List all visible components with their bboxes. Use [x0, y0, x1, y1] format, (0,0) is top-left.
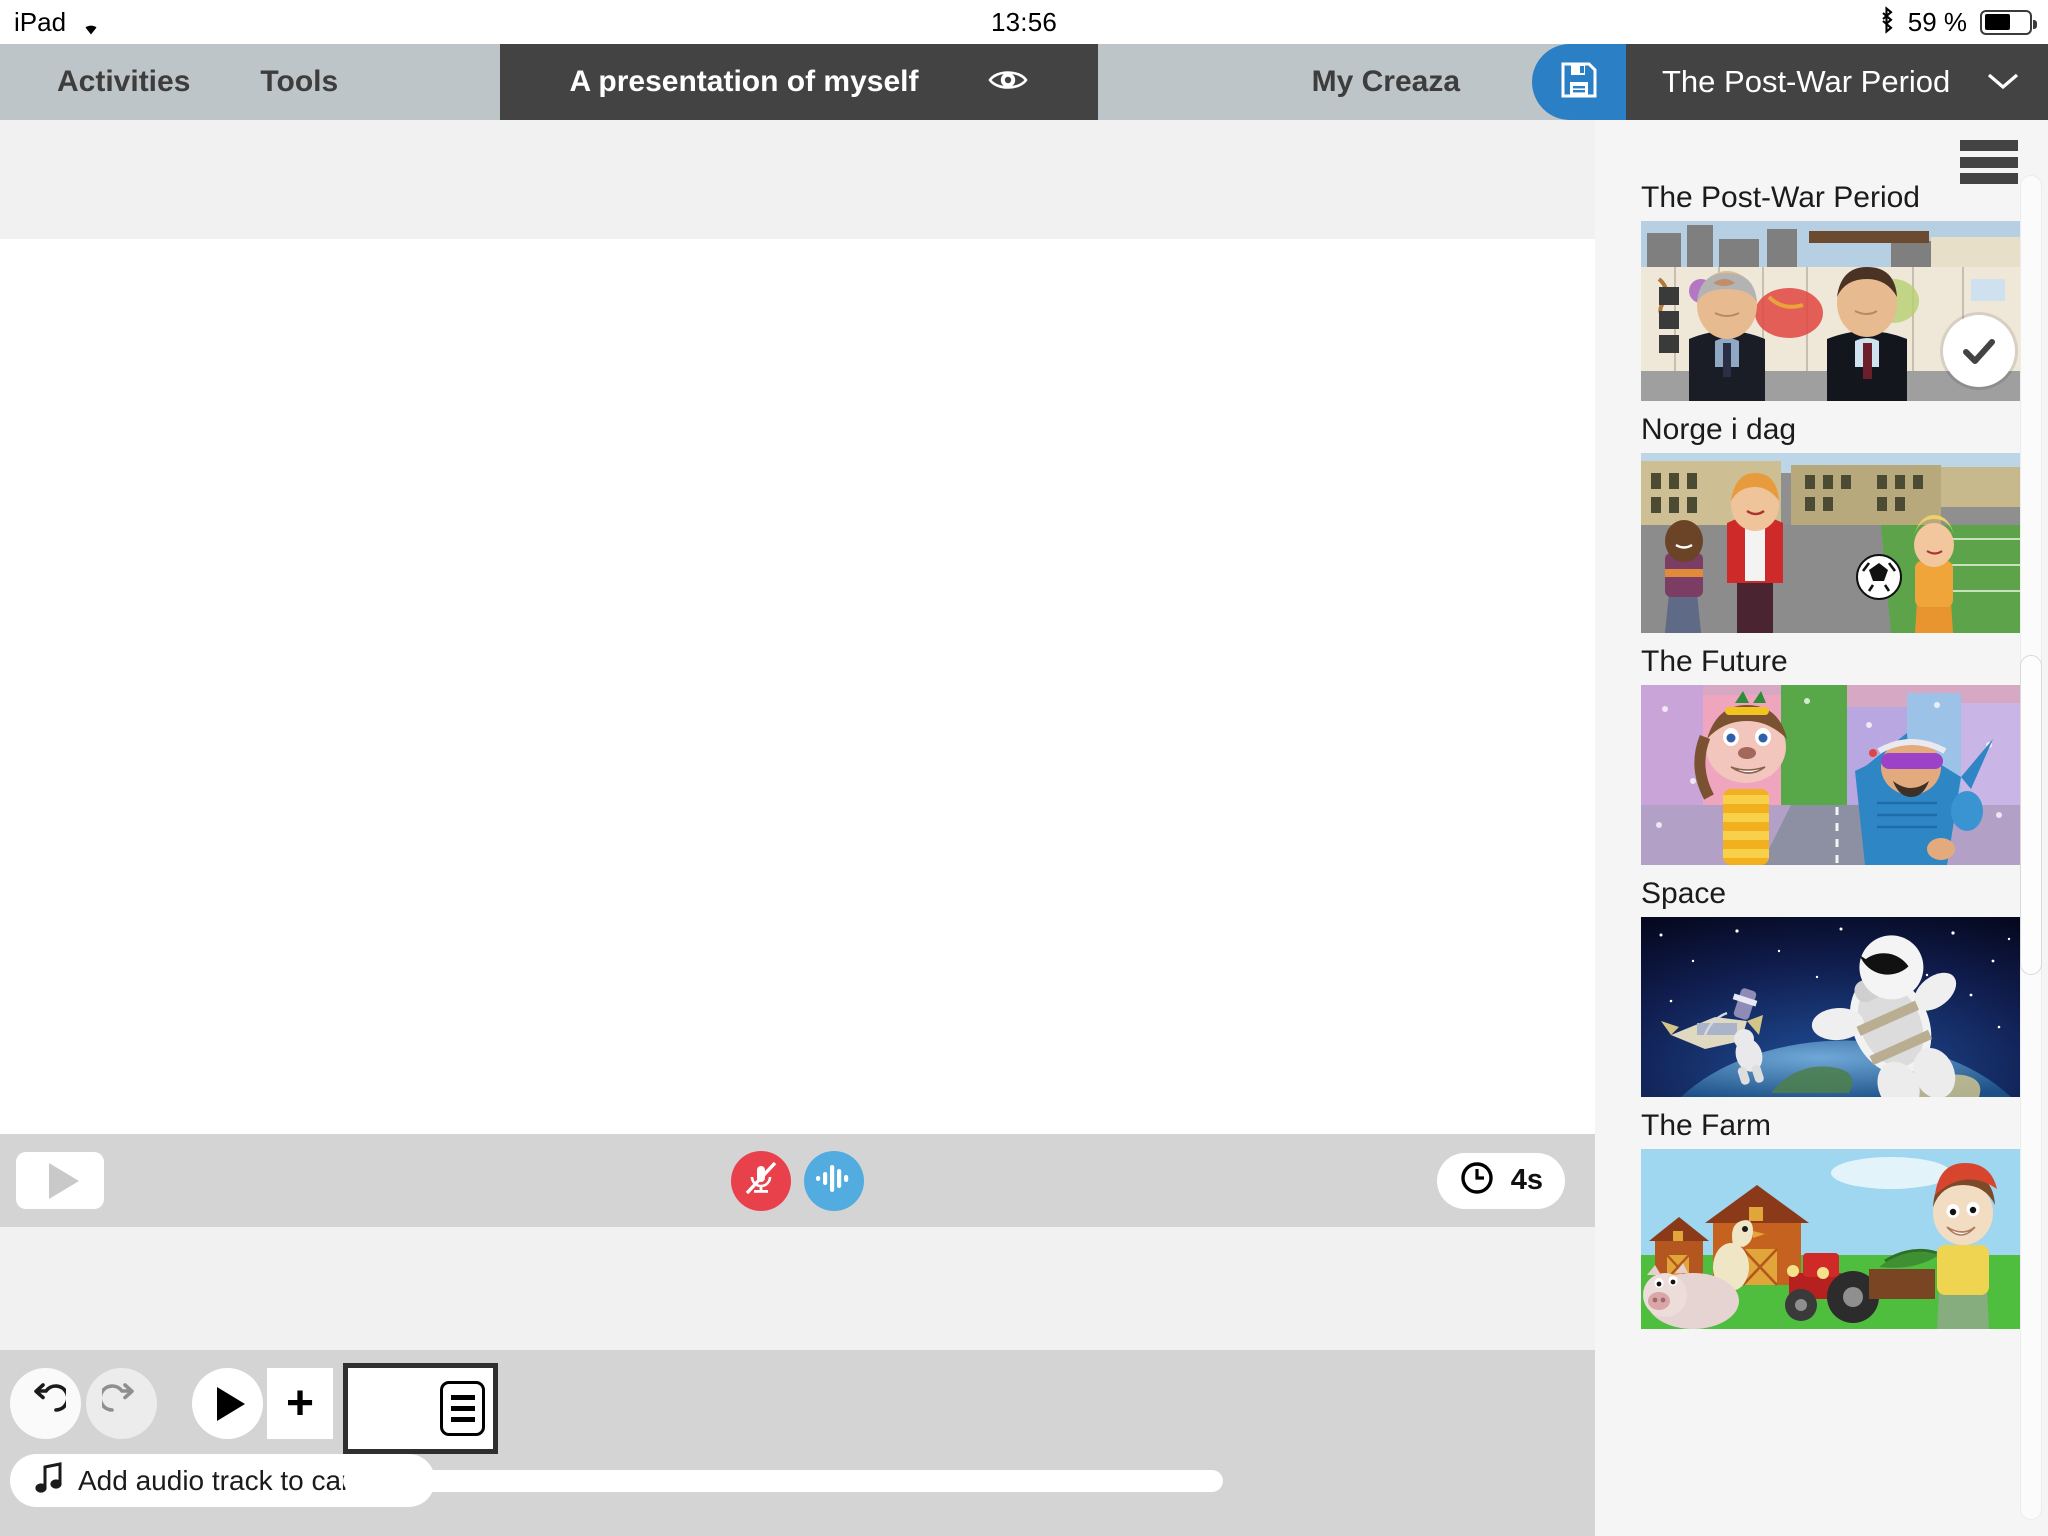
ios-status-bar: iPad 13:56 59 % [0, 0, 2048, 44]
scene-thumbnail-image[interactable] [1641, 917, 2027, 1097]
audio-record-controls [0, 1150, 1595, 1211]
eye-icon[interactable] [988, 67, 1029, 98]
scene-strip-toolbar: + Add audio track to cartoon [0, 1350, 1595, 1536]
chevron-down-icon [1986, 69, 2020, 95]
scene-picker-dropdown-button[interactable]: The Post-War Period [1626, 44, 2048, 120]
check-icon [1943, 315, 2015, 387]
picker-scrollbar-thumb[interactable] [2020, 655, 2042, 975]
status-bar-right: 59 % [1878, 5, 2037, 39]
undo-icon [26, 1381, 69, 1426]
scene-thumbnail-card[interactable] [343, 1363, 498, 1454]
scene-duration-label: 4s [1510, 1164, 1543, 1196]
redo-icon [98, 1381, 142, 1426]
editor-work-area: 4s + Add audio track to cartoon [0, 120, 1595, 1536]
battery-icon [1980, 9, 2037, 35]
canvas-top-strip [0, 120, 1595, 239]
scene-picker-item[interactable]: Space [1641, 871, 2027, 1097]
timeline-horizontal-scrollbar[interactable] [343, 1470, 1223, 1492]
scene-thumbnail-image[interactable] [1641, 1149, 2027, 1329]
clock-icon [1459, 1160, 1495, 1201]
scene-picker-selected-label: The Post-War Period [1662, 64, 1951, 99]
scene-duration-badge[interactable]: 4s [1436, 1152, 1565, 1209]
sound-waveform-button[interactable] [804, 1150, 864, 1211]
play-icon [217, 1386, 245, 1421]
microphone-off-button[interactable] [731, 1150, 791, 1211]
audio-timeline-bar: 4s [0, 1134, 1595, 1227]
status-bar-clock: 13:56 [990, 6, 1058, 37]
scene-thumbnail-image[interactable] [1641, 221, 2027, 401]
scene-picker-item[interactable]: The Future [1641, 639, 2027, 865]
add-scene-button[interactable]: + [267, 1368, 333, 1439]
top-navigation-bar: Activities Tools A presentation of mysel… [0, 44, 2048, 120]
nav-left-group: Activities Tools [0, 44, 500, 120]
microphone-off-icon [741, 1158, 781, 1203]
tools-menu-button[interactable]: Tools [260, 65, 338, 99]
play-cartoon-button[interactable] [192, 1368, 263, 1439]
nav-right-group: My Creaza The Post-War Period [1098, 44, 2048, 120]
redo-button[interactable] [86, 1368, 157, 1439]
save-button[interactable] [1532, 44, 1626, 120]
timeline-spacer-strip [0, 1227, 1595, 1350]
scene-picker-item-label: Space [1641, 877, 1727, 910]
scene-card-menu-button[interactable] [440, 1381, 485, 1436]
scene-thumbnail-image[interactable] [1641, 685, 2027, 865]
scene-picker-item-label: The Future [1641, 645, 1788, 678]
background-scene-list: The Post-War Period Norge i dag The Futu… [1595, 175, 2027, 1335]
my-creaza-button[interactable]: My Creaza [1312, 65, 1460, 99]
undo-button[interactable] [10, 1368, 81, 1439]
music-note-icon [34, 1461, 64, 1500]
scene-picker-item[interactable]: Norge i dag [1641, 407, 2027, 633]
bluetooth-icon [1878, 5, 1895, 39]
document-title-bar[interactable]: A presentation of myself [500, 44, 1098, 120]
scene-thumbnail-image[interactable] [1641, 453, 2027, 633]
scene-picker-item[interactable]: The Farm [1641, 1103, 2027, 1329]
sound-waveform-icon [813, 1161, 855, 1200]
scene-picker-item-label: Norge i dag [1641, 413, 1797, 446]
page-title: A presentation of myself [569, 65, 919, 98]
scene-picker-item-label: The Farm [1641, 1109, 1772, 1142]
background-scene-picker-panel: The Post-War Period Norge i dag The Futu… [1595, 120, 2048, 1536]
cartoon-stage-canvas[interactable] [0, 239, 1595, 1234]
battery-percent-label: 59 % [1907, 6, 1967, 37]
floppy-disk-icon [1559, 60, 1599, 105]
scene-picker-item[interactable]: The Post-War Period [1641, 175, 2027, 401]
activities-menu-button[interactable]: Activities [57, 65, 190, 99]
scene-picker-item-label: The Post-War Period [1641, 181, 1920, 214]
